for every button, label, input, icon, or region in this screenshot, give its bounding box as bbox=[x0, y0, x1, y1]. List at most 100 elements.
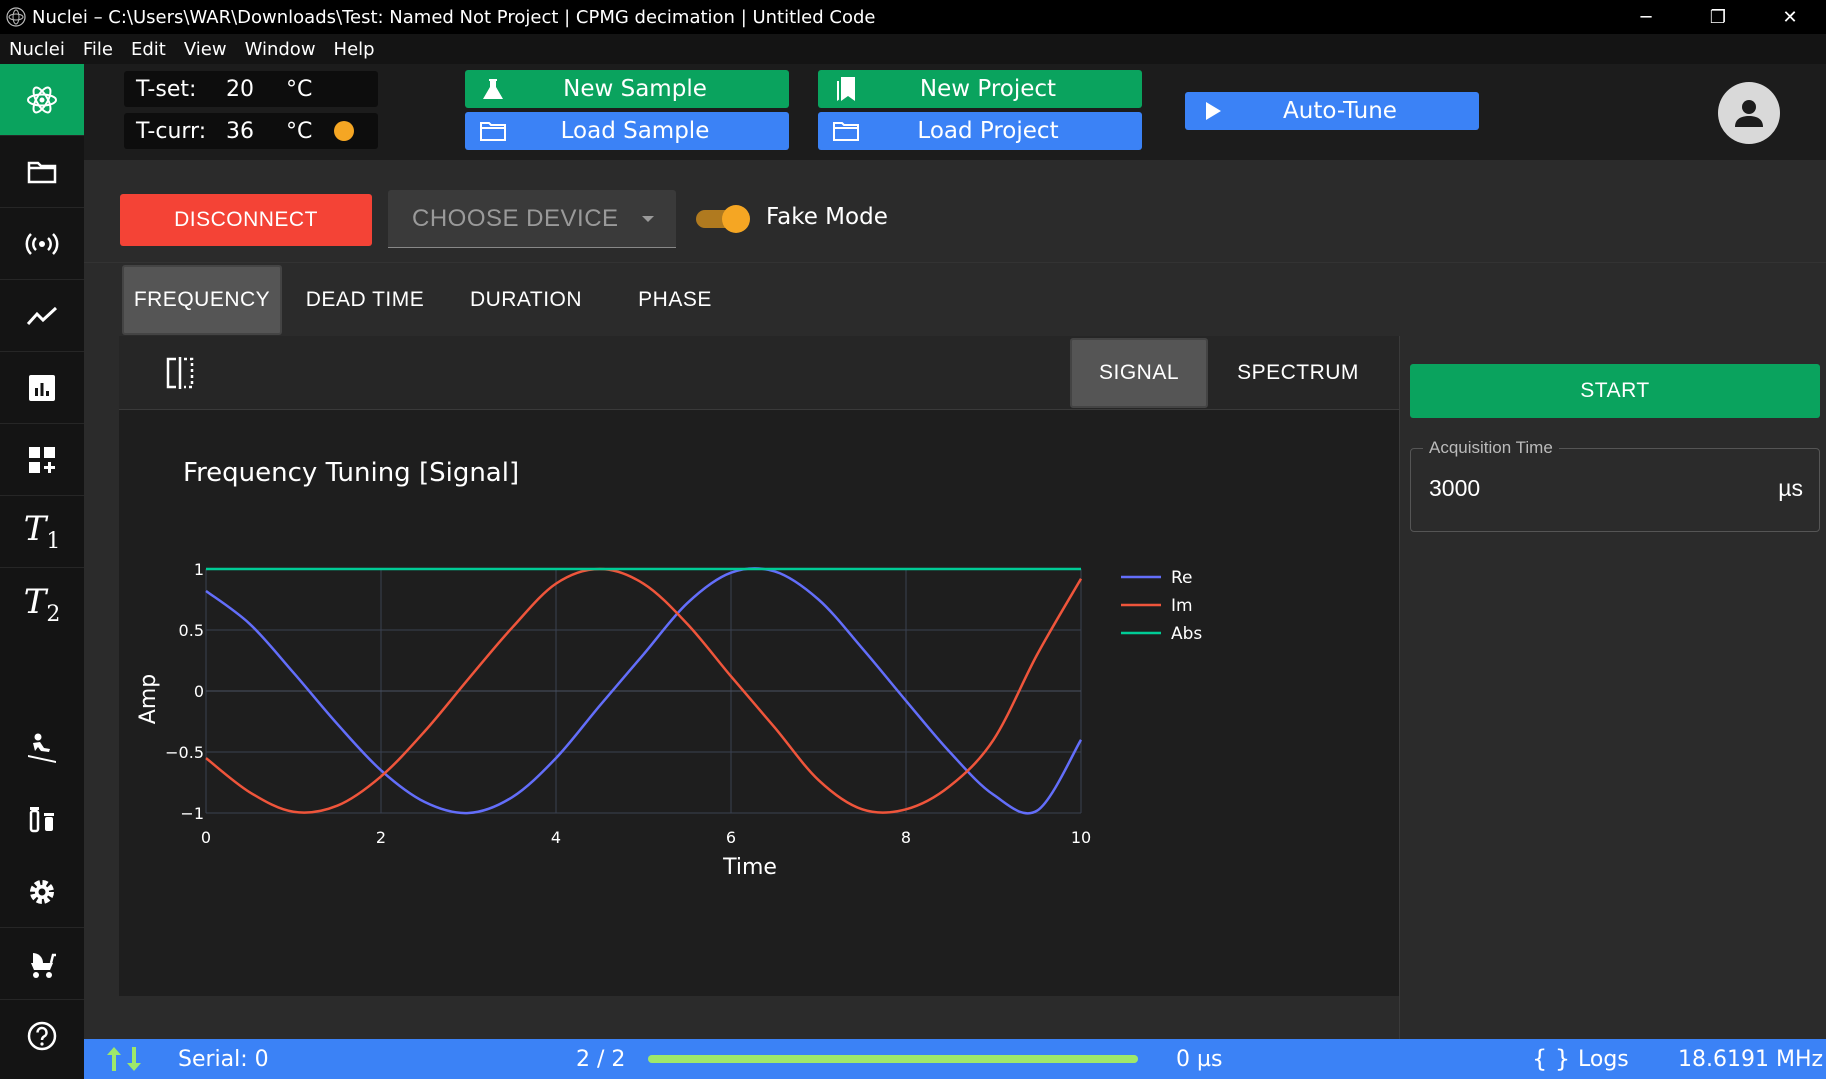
bookmarks-icon bbox=[837, 77, 855, 101]
header-toolbar: T-set: 20 °C T-curr: 36 °C New Sample Lo… bbox=[84, 64, 1826, 160]
chart-title: Frequency Tuning [Signal] bbox=[183, 458, 519, 488]
start-button[interactable]: START bbox=[1410, 364, 1820, 418]
acquisition-time-input[interactable]: 3000 bbox=[1429, 475, 1480, 502]
tab-frequency[interactable]: FREQUENCY bbox=[122, 265, 282, 335]
folder-icon bbox=[27, 161, 57, 183]
stroller-icon bbox=[31, 952, 56, 978]
t-curr-label: T-curr: bbox=[136, 118, 207, 144]
sidebar-item-t2[interactable]: T2 bbox=[0, 568, 84, 640]
sidebar-item-line-chart[interactable] bbox=[0, 280, 84, 352]
menu-nuclei[interactable]: Nuclei bbox=[9, 39, 65, 60]
sledding-icon bbox=[28, 733, 56, 763]
vials-icon bbox=[29, 807, 54, 833]
x-tick-label: 2 bbox=[376, 828, 386, 847]
atom-icon bbox=[27, 86, 57, 113]
load-sample-button[interactable]: Load Sample bbox=[465, 112, 789, 150]
sidebar-item-t1[interactable]: T1 bbox=[0, 496, 84, 568]
legend-label-re[interactable]: Re bbox=[1171, 568, 1193, 588]
app-atom-icon bbox=[6, 7, 26, 27]
status-bar: Serial: 0 2 / 2 0 µs { } Logs 18.6191 MH… bbox=[84, 1039, 1826, 1079]
tab-signal[interactable]: SIGNAL bbox=[1070, 338, 1208, 408]
load-project-button[interactable]: Load Project bbox=[818, 112, 1142, 150]
sidebar-item-broadcast[interactable] bbox=[0, 208, 84, 280]
caret-down-icon bbox=[642, 216, 654, 222]
tab-duration[interactable]: DURATION bbox=[444, 265, 608, 335]
braces-icon[interactable]: { } bbox=[1532, 1045, 1570, 1073]
right-panel: START Acquisition Time 3000 µs bbox=[1399, 336, 1826, 1039]
new-sample-button[interactable]: New Sample bbox=[465, 70, 789, 108]
split-view-icon[interactable] bbox=[165, 356, 195, 390]
fake-mode-toggle[interactable] bbox=[696, 204, 750, 234]
user-avatar[interactable] bbox=[1718, 82, 1780, 144]
folder-outline-icon bbox=[833, 122, 859, 141]
flask-icon bbox=[483, 79, 503, 99]
y-tick-label: 0 bbox=[194, 682, 204, 701]
serial-status: Serial: 0 bbox=[178, 1047, 269, 1072]
signal-chart: Frequency Tuning [Signal] 0 2 4 6 8 10 1 0.5 0 −0… bbox=[136, 458, 1202, 880]
t-curr-unit: °C bbox=[286, 118, 313, 144]
sidebar-item-atom[interactable] bbox=[0, 64, 84, 136]
title-bar: Nuclei – C:\Users\WAR\Downloads\Test: Na… bbox=[0, 0, 1826, 34]
x-tick-label: 4 bbox=[551, 828, 561, 847]
tuning-tabs: FREQUENCY DEAD TIME DURATION PHASE bbox=[84, 262, 1826, 336]
progress-fill bbox=[648, 1055, 1138, 1063]
sidebar-item-help[interactable] bbox=[0, 1000, 84, 1072]
minimize-button[interactable]: ─ bbox=[1610, 0, 1682, 34]
t-set-display: T-set: 20 °C bbox=[124, 71, 378, 107]
sidebar-item-bar-chart[interactable] bbox=[0, 352, 84, 424]
fake-mode-label: Fake Mode bbox=[766, 204, 888, 230]
y-axis-label: Amp bbox=[136, 674, 161, 724]
tab-phase[interactable]: PHASE bbox=[614, 265, 736, 335]
user-icon bbox=[1735, 100, 1763, 127]
y-tick-label: 1 bbox=[194, 560, 204, 579]
disconnect-button[interactable]: DISCONNECT bbox=[120, 194, 372, 246]
legend-label-im[interactable]: Im bbox=[1171, 596, 1193, 616]
sidebar-item-sledding[interactable] bbox=[0, 712, 84, 784]
acquisition-time-field[interactable]: Acquisition Time 3000 µs bbox=[1410, 438, 1820, 532]
y-tick-label: −1 bbox=[180, 804, 204, 823]
t-set-value[interactable]: 20 bbox=[226, 77, 286, 102]
restore-button[interactable]: ❐ bbox=[1682, 0, 1754, 34]
gear-icon bbox=[30, 879, 54, 904]
device-row: DISCONNECT CHOOSE DEVICE Fake Mode bbox=[84, 160, 1826, 262]
close-window-button[interactable]: ✕ bbox=[1754, 0, 1826, 34]
dashboard-add-icon bbox=[29, 446, 55, 473]
elapsed-time: 0 µs bbox=[1176, 1047, 1223, 1072]
window-title: Nuclei – C:\Users\WAR\Downloads\Test: Na… bbox=[32, 6, 876, 28]
choose-device-select[interactable]: CHOOSE DEVICE bbox=[388, 190, 676, 248]
frequency-readout: 18.6191 MHz bbox=[1678, 1047, 1824, 1072]
sidebar-item-folder[interactable] bbox=[0, 136, 84, 208]
tab-spectrum[interactable]: SPECTRUM bbox=[1215, 338, 1381, 408]
legend-label-abs[interactable]: Abs bbox=[1171, 624, 1202, 644]
sync-arrows-icon bbox=[107, 1047, 141, 1071]
x-tick-label: 10 bbox=[1071, 828, 1091, 847]
menu-edit[interactable]: Edit bbox=[131, 39, 166, 60]
t2-icon: T2 bbox=[23, 581, 61, 627]
t1-icon: T1 bbox=[23, 509, 61, 554]
menu-file[interactable]: File bbox=[83, 39, 113, 60]
logs-button[interactable]: Logs bbox=[1578, 1047, 1629, 1072]
menu-view[interactable]: View bbox=[184, 39, 227, 60]
y-tick-label: −0.5 bbox=[165, 743, 204, 762]
new-project-button[interactable]: New Project bbox=[818, 70, 1142, 108]
x-tick-label: 0 bbox=[201, 828, 211, 847]
t-set-unit: °C bbox=[286, 76, 313, 102]
menu-bar: Nuclei File Edit View Window Help bbox=[0, 34, 1826, 64]
sidebar-item-stroller[interactable] bbox=[0, 928, 84, 1000]
broadcast-icon bbox=[25, 232, 59, 255]
temperature-status-dot bbox=[334, 121, 354, 141]
menu-help[interactable]: Help bbox=[334, 39, 375, 60]
bar-chart-icon bbox=[29, 374, 55, 401]
sidebar-item-dashboard-add[interactable] bbox=[0, 424, 84, 496]
progress-count: 2 / 2 bbox=[576, 1047, 626, 1072]
sidebar-item-settings[interactable] bbox=[0, 856, 84, 928]
t-curr-value: 36 bbox=[226, 118, 254, 144]
sidebar-item-vials[interactable] bbox=[0, 784, 84, 856]
acquisition-time-unit: µs bbox=[1778, 475, 1803, 501]
play-icon bbox=[1206, 102, 1221, 120]
menu-window[interactable]: Window bbox=[245, 39, 316, 60]
tab-dead-time[interactable]: DEAD TIME bbox=[290, 265, 440, 335]
x-tick-label: 8 bbox=[901, 828, 911, 847]
choose-device-label: CHOOSE DEVICE bbox=[412, 204, 619, 232]
auto-tune-button[interactable]: Auto-Tune bbox=[1185, 92, 1479, 130]
